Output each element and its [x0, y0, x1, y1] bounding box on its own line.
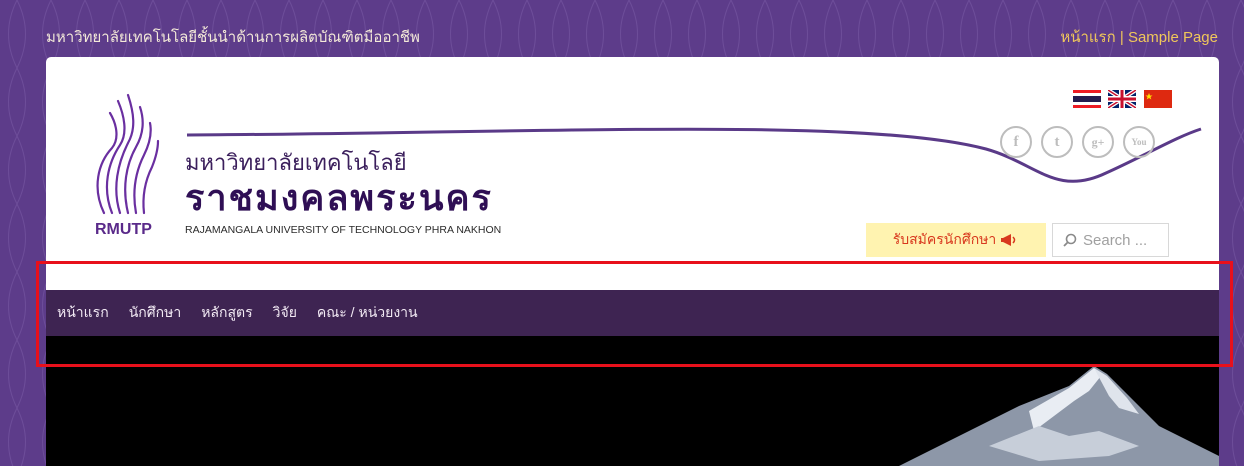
china-flag-icon[interactable]: [1143, 90, 1172, 108]
megaphone-icon: [1001, 234, 1016, 246]
nav-item-home[interactable]: หน้าแรก: [57, 302, 109, 324]
university-name-english: RAJAMANGALA UNIVERSITY OF TECHNOLOGY PHR…: [185, 224, 502, 236]
search-icon: [1063, 233, 1077, 247]
apply-student-button[interactable]: รับสมัครนักศึกษา: [866, 223, 1046, 257]
top-link-sample-page[interactable]: Sample Page: [1128, 29, 1218, 46]
nav-item-faculties[interactable]: คณะ / หน่วยงาน: [317, 302, 418, 324]
google-plus-icon[interactable]: g+: [1082, 126, 1114, 158]
university-name-line2: ราชมงคลพระนคร: [185, 177, 493, 218]
nav-item-curriculum[interactable]: หลักสูตร: [201, 302, 252, 324]
top-bar: มหาวิทยาลัยเทคโนโลยีชั้นนำด้านการผลิตบัณ…: [0, 0, 1244, 56]
mountain-image: [899, 366, 1219, 466]
top-link-separator: |: [1119, 29, 1124, 46]
search-input[interactable]: Search ...: [1083, 232, 1147, 249]
site-tagline: มหาวิทยาลัยเทคโนโลยีชั้นนำด้านการผลิตบัณ…: [46, 29, 420, 46]
social-links: f t g+ You: [1000, 126, 1155, 158]
search-box[interactable]: Search ...: [1052, 223, 1169, 257]
top-links: หน้าแรก | Sample Page: [1060, 25, 1218, 49]
youtube-icon[interactable]: You: [1123, 126, 1155, 158]
header-card: RMUTP มหาวิทยาลัยเทคโนโลยี ราชมงคลพระนคร…: [46, 57, 1219, 466]
top-link-home[interactable]: หน้าแรก: [1060, 29, 1115, 46]
nav-item-research[interactable]: วิจัย: [273, 302, 297, 324]
uk-flag-icon[interactable]: [1108, 90, 1137, 108]
nav-item-students[interactable]: นักศึกษา: [129, 302, 182, 324]
twitter-icon[interactable]: t: [1041, 126, 1073, 158]
language-switcher: [1073, 90, 1175, 108]
hero-banner: [46, 336, 1219, 466]
apply-student-label: รับสมัครนักศึกษา: [892, 231, 997, 247]
thai-flag-icon[interactable]: [1073, 90, 1101, 108]
facebook-icon[interactable]: f: [1000, 126, 1032, 158]
logo-abbreviation: RMUTP: [95, 221, 152, 238]
main-navigation: หน้าแรก นักศึกษา หลักสูตร วิจัย คณะ / หน…: [46, 290, 1219, 336]
